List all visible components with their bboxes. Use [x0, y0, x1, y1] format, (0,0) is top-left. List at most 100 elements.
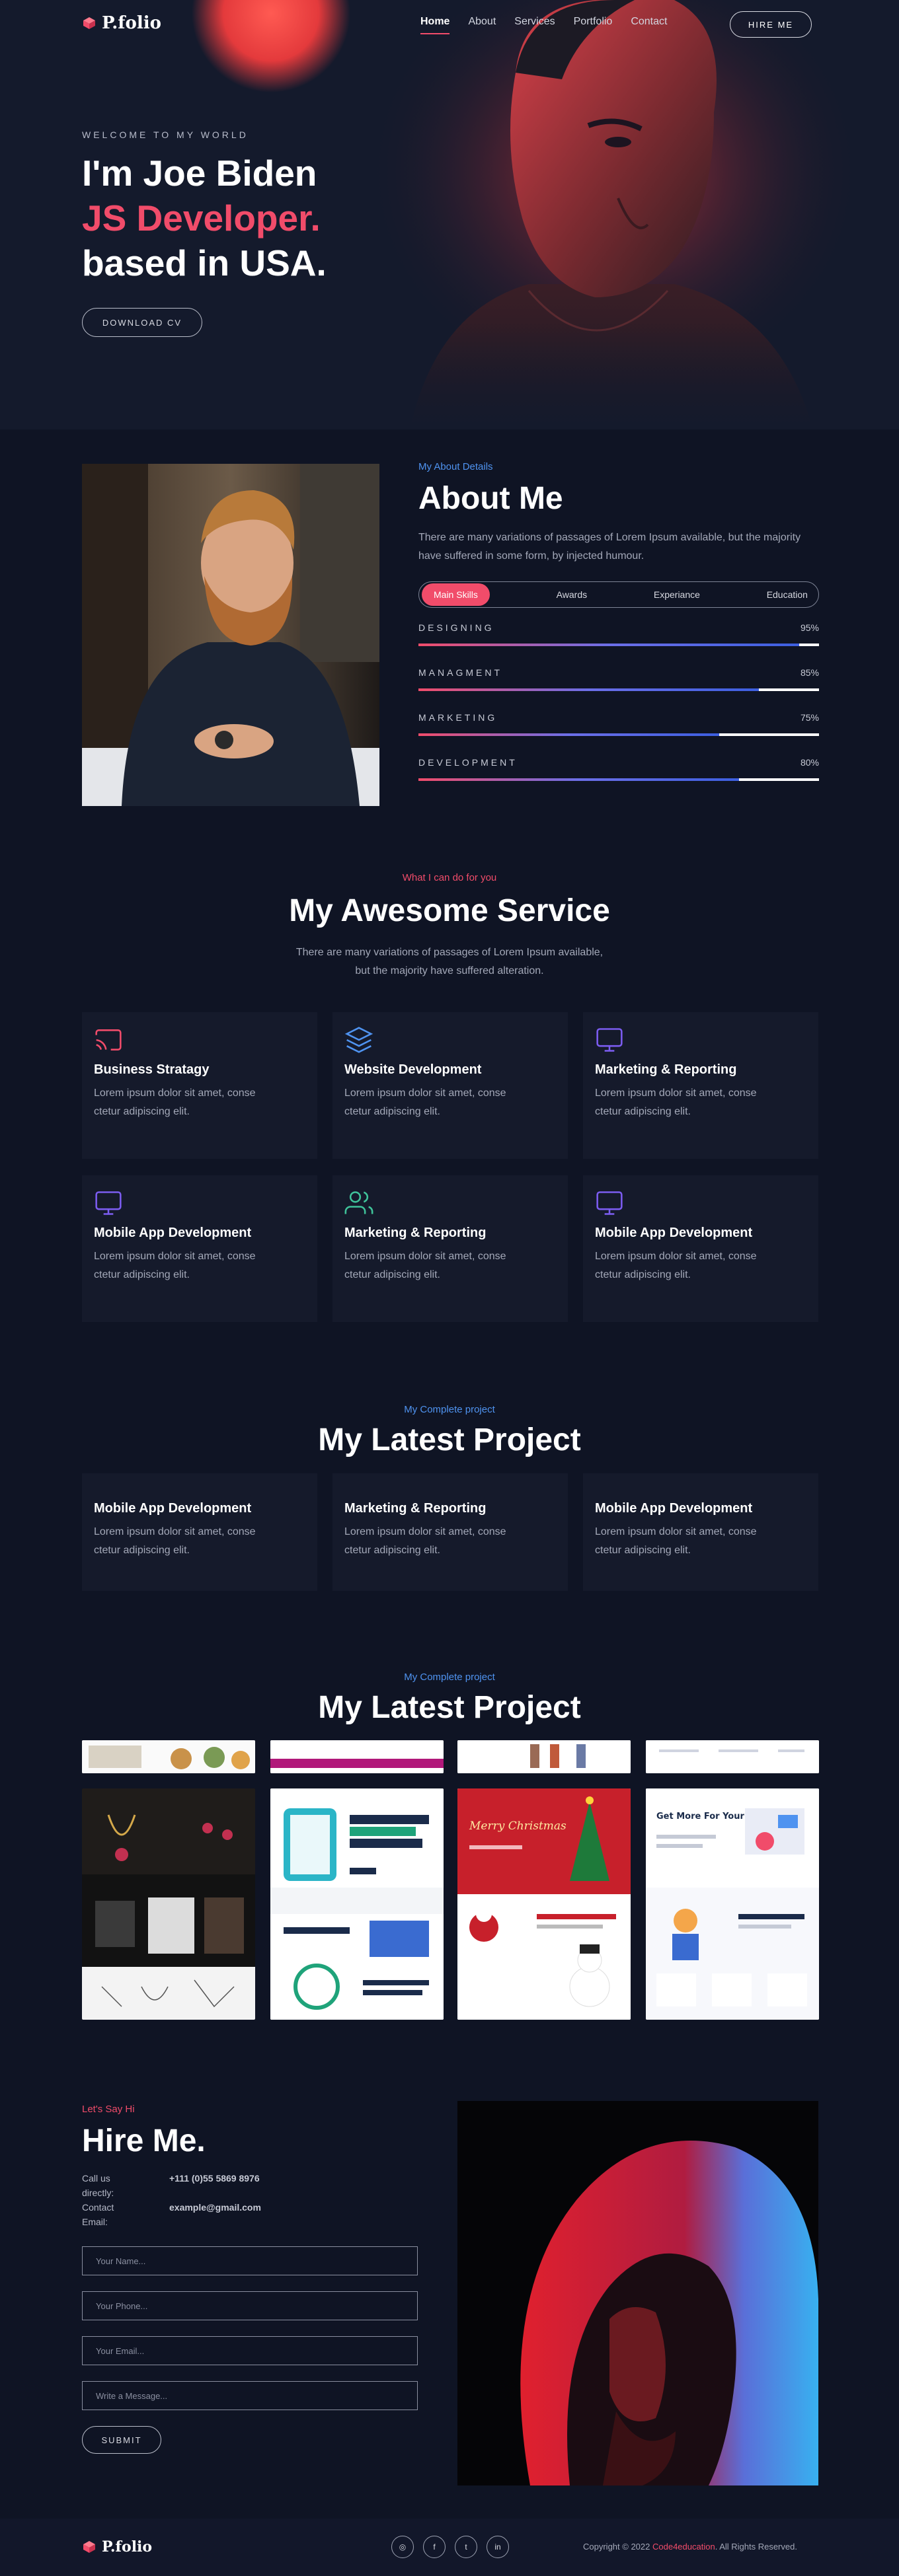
- submit-button[interactable]: SUBMIT: [82, 2426, 161, 2454]
- skill-row: MARKETING 75%: [418, 712, 819, 743]
- hero-line-name: I'm Joe Biden: [82, 153, 317, 194]
- email-value[interactable]: example@gmail.com: [169, 2200, 426, 2229]
- project-card-desc-line1: Lorem ipsum dolor sit amet, conse: [344, 1526, 506, 1537]
- nav-services[interactable]: Services: [514, 16, 555, 34]
- skill-percent: 85%: [800, 667, 819, 678]
- skill-row: MANAGMENT 85%: [418, 667, 819, 698]
- service-card[interactable]: Mobile App Development Lorem ipsum dolor…: [82, 1175, 317, 1322]
- services-header: What I can do for you My Awesome Service…: [0, 872, 899, 980]
- footer-logo[interactable]: P.folio: [82, 2538, 152, 2556]
- instagram-icon[interactable]: ◎: [391, 2536, 414, 2558]
- project-card-title: Mobile App Development: [94, 1501, 252, 1516]
- services-text: There are many variations of passages of…: [0, 943, 899, 980]
- logo-cube-icon: [83, 2541, 95, 2553]
- service-card[interactable]: Business Stratagy Lorem ipsum dolor sit …: [82, 1012, 317, 1159]
- logo-cube-icon: [83, 17, 95, 29]
- service-title: Marketing & Reporting: [595, 1062, 737, 1077]
- service-desc: Lorem ipsum dolor sit amet, conse ctetur …: [94, 1084, 305, 1121]
- nav-contact[interactable]: Contact: [631, 16, 667, 34]
- skill-percent: 75%: [800, 712, 819, 723]
- project-card-desc: Lorem ipsum dolor sit amet, conse ctetur …: [595, 1523, 806, 1560]
- project-card-desc-line1: Lorem ipsum dolor sit amet, conse: [94, 1526, 256, 1537]
- skill-bar-track: [418, 733, 819, 736]
- skill-percent: 80%: [800, 757, 819, 768]
- monitor-icon: [94, 1189, 305, 1219]
- skill-row: DESIGNING 95%: [418, 622, 819, 653]
- portfolio-thumb[interactable]: [646, 1740, 819, 1773]
- portfolio-thumb[interactable]: [457, 1740, 631, 1773]
- skill-name: DESIGNING: [418, 622, 494, 633]
- project-card-desc-line2: ctetur adipiscing elit.: [344, 1545, 440, 1556]
- projects-subtitle: My Complete project: [404, 1404, 495, 1415]
- phone-field[interactable]: Your Phone...: [82, 2291, 418, 2320]
- project-card-title: Mobile App Development: [595, 1501, 753, 1516]
- service-desc-line1: Lorem ipsum dolor sit amet, conse: [595, 1087, 757, 1099]
- skill-name: DEVELOPMENT: [418, 757, 518, 768]
- tab-education[interactable]: Education: [767, 589, 808, 600]
- nav-portfolio[interactable]: Portfolio: [574, 16, 613, 34]
- hero-heading: I'm Joe Biden JS Developer. based in USA…: [82, 151, 327, 285]
- service-title: Mobile App Development: [595, 1226, 753, 1240]
- project-card-desc-line2: ctetur adipiscing elit.: [94, 1545, 190, 1556]
- email-label-line1: Contact: [82, 2202, 114, 2213]
- portfolio-thumb[interactable]: [270, 1740, 444, 1773]
- skill-bar-track: [418, 644, 819, 646]
- monitor-icon: [595, 1189, 806, 1219]
- tab-awards[interactable]: Awards: [557, 589, 587, 600]
- skill-row: DEVELOPMENT 80%: [418, 757, 819, 788]
- portfolio-header: My Complete project My Latest Project: [0, 1672, 899, 1726]
- portfolio-thumb[interactable]: [82, 1740, 255, 1773]
- message-field[interactable]: Write a Message...: [82, 2381, 418, 2410]
- contact-hoodie-photo: [457, 2101, 818, 2485]
- project-card[interactable]: Mobile App Development Lorem ipsum dolor…: [583, 1473, 818, 1591]
- copyright-brand[interactable]: Code4education: [652, 2542, 715, 2552]
- nav-home[interactable]: Home: [420, 16, 450, 34]
- copyright-suffix: . All Rights Reserved.: [715, 2542, 797, 2552]
- portfolio-thumb-connecting[interactable]: [270, 1788, 444, 2020]
- portfolio-thumb-christmas[interactable]: Merry Christmas: [457, 1788, 631, 2020]
- service-card[interactable]: Marketing & Reporting Lorem ipsum dolor …: [332, 1175, 568, 1322]
- service-desc-line1: Lorem ipsum dolor sit amet, conse: [94, 1251, 256, 1262]
- project-card-desc-line1: Lorem ipsum dolor sit amet, conse: [595, 1526, 757, 1537]
- tab-main-skills[interactable]: Main Skills: [422, 583, 490, 606]
- nav-links: Home About Services Portfolio Contact: [420, 16, 685, 34]
- phone-value[interactable]: +111 (0)55 5869 8976: [169, 2171, 426, 2200]
- email-field[interactable]: Your Email...: [82, 2336, 418, 2365]
- contact-title: Hire Me.: [82, 2123, 206, 2158]
- footer-logo-text: P.folio: [102, 2538, 153, 2556]
- hero-line-role: JS Developer.: [82, 198, 321, 239]
- portfolio-thumb-jewelry[interactable]: [82, 1788, 255, 2020]
- project-card[interactable]: Mobile App Development Lorem ipsum dolor…: [82, 1473, 317, 1591]
- phone-label: Call us directly:: [82, 2171, 169, 2200]
- services-text-line2: but the majority have suffered alteratio…: [355, 965, 544, 976]
- service-card[interactable]: Marketing & Reporting Lorem ipsum dolor …: [583, 1012, 818, 1159]
- hero-eyebrow: WELCOME TO MY WORLD: [82, 129, 249, 140]
- service-desc: Lorem ipsum dolor sit amet, conse ctetur …: [344, 1247, 556, 1284]
- linkedin-icon[interactable]: in: [487, 2536, 509, 2558]
- download-cv-button[interactable]: DOWNLOAD CV: [82, 308, 202, 337]
- project-card-title: Marketing & Reporting: [344, 1501, 487, 1516]
- service-desc-line2: ctetur adipiscing elit.: [94, 1106, 190, 1117]
- projects-title: My Latest Project: [318, 1422, 581, 1457]
- hire-me-button[interactable]: HIRE ME: [730, 11, 812, 38]
- about-subtitle: My About Details: [418, 461, 493, 472]
- service-card[interactable]: Website Development Lorem ipsum dolor si…: [332, 1012, 568, 1159]
- logo[interactable]: P.folio: [82, 13, 161, 33]
- nav-about[interactable]: About: [468, 16, 496, 34]
- tab-experiance[interactable]: Experiance: [654, 589, 700, 600]
- project-card[interactable]: Marketing & Reporting Lorem ipsum dolor …: [332, 1473, 568, 1591]
- service-desc-line1: Lorem ipsum dolor sit amet, conse: [94, 1087, 256, 1099]
- contact-subtitle: Let's Say Hi: [82, 2104, 135, 2115]
- layers-icon: [344, 1025, 556, 1056]
- logo-text: P.folio: [102, 13, 161, 33]
- twitter-icon[interactable]: t: [455, 2536, 477, 2558]
- name-field[interactable]: Your Name...: [82, 2246, 418, 2275]
- hero-section: P.folio Home About Services Portfolio Co…: [0, 0, 899, 429]
- copyright-prefix: Copyright © 2022: [583, 2542, 652, 2552]
- service-card[interactable]: Mobile App Development Lorem ipsum dolor…: [583, 1175, 818, 1322]
- phone-label-line2: directly:: [82, 2188, 114, 2198]
- about-text: There are many variations of passages of…: [418, 532, 801, 562]
- services-subtitle: What I can do for you: [402, 872, 497, 883]
- portfolio-thumb-money[interactable]: Get More For Your Money.: [646, 1788, 819, 2020]
- facebook-icon[interactable]: f: [423, 2536, 446, 2558]
